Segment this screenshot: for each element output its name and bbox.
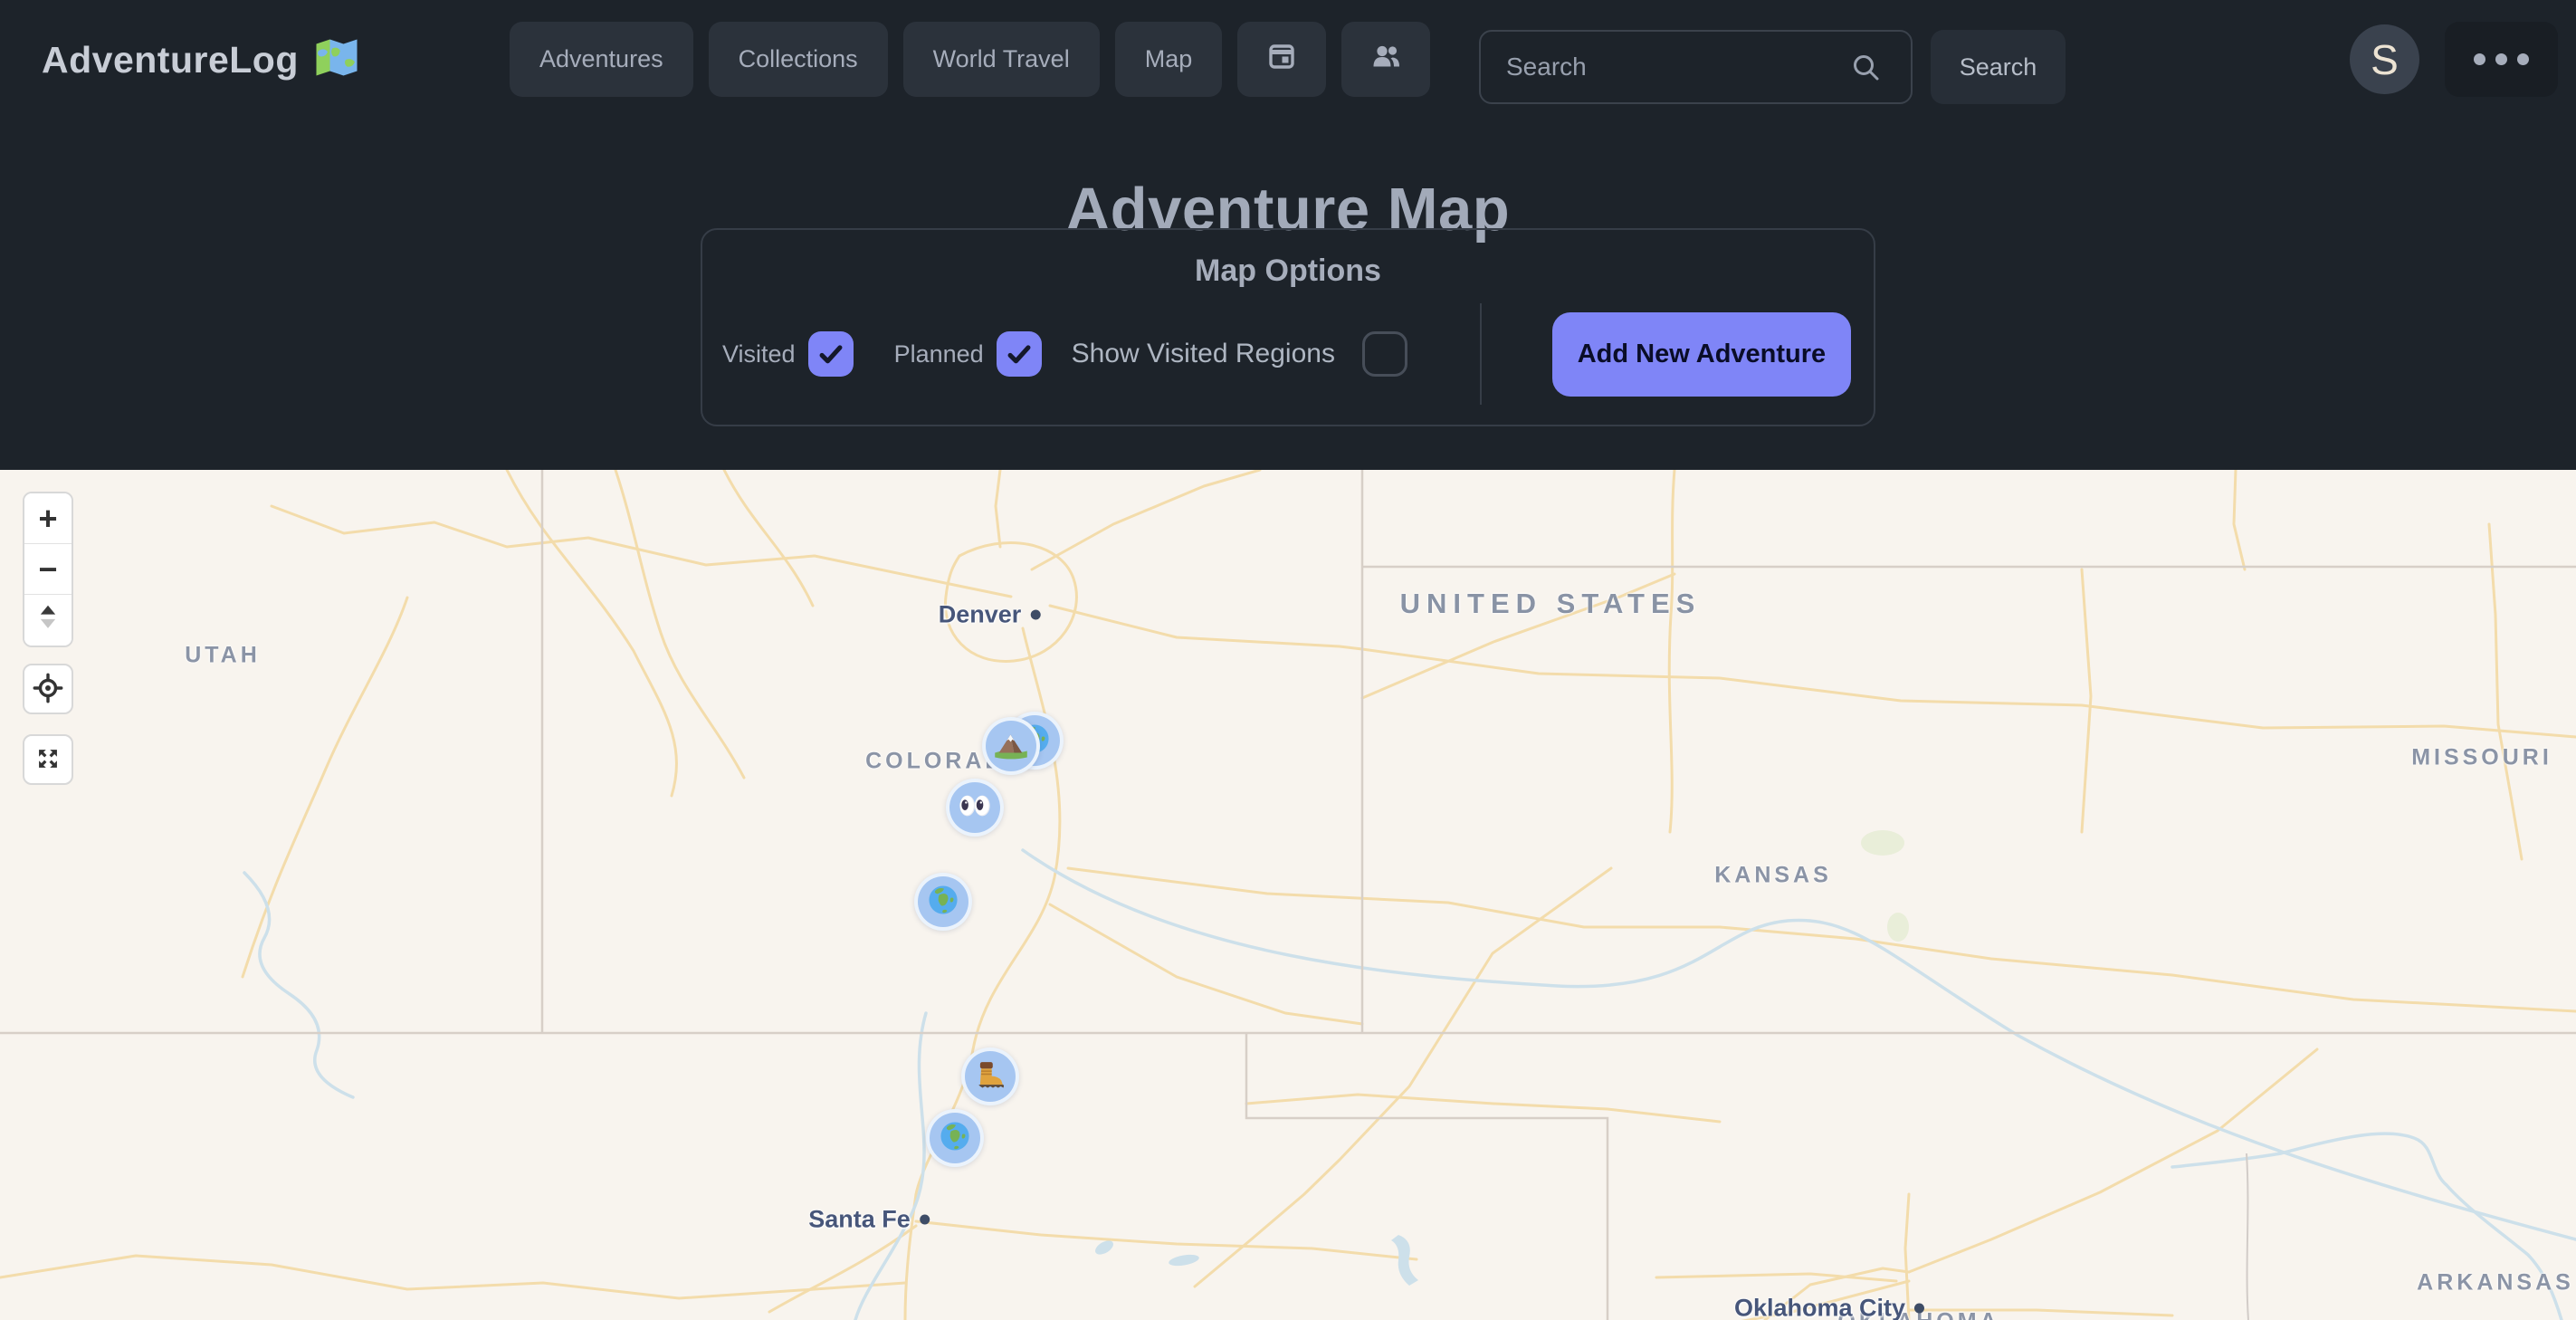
app-logo[interactable]: AdventureLog (42, 0, 360, 120)
zoom-in-button[interactable]: + (24, 493, 72, 544)
locate-icon (33, 673, 63, 706)
visited-checkbox[interactable] (808, 331, 854, 377)
search-submit-button[interactable]: Search (1931, 30, 2066, 104)
map-emoji-icon (313, 37, 360, 82)
globe-marker[interactable] (914, 873, 972, 931)
calendar-button[interactable] (1237, 22, 1326, 97)
users-icon (1368, 38, 1404, 81)
options-divider (1480, 303, 1482, 405)
globe-emoji-icon (937, 1118, 973, 1159)
pitch-toggle-button[interactable] (24, 595, 72, 646)
map-decor-layer (0, 470, 2576, 1320)
calendar-icon (1264, 38, 1300, 81)
map-label-utah: UTAH (185, 643, 261, 669)
show-visited-regions-label: Show Visited Regions (1072, 339, 1335, 369)
map-label-united-states: UNITED STATES (1400, 588, 1702, 620)
planned-checkbox[interactable] (997, 331, 1042, 377)
map-canvas[interactable]: UTAHCOLORADOUNITED STATESKANSASMISSOURIA… (0, 470, 2576, 1320)
navbar: AdventureLog Adventures Collections Worl… (0, 0, 2576, 120)
city-dot (920, 1215, 930, 1225)
adventurelog-app: AdventureLog Adventures Collections Worl… (0, 0, 2576, 1320)
nav-map-button[interactable]: Map (1115, 22, 1223, 97)
avatar-initial: S (2371, 35, 2399, 84)
map-label-missouri: MISSOURI (2411, 745, 2552, 771)
planned-label: Planned (894, 340, 984, 368)
zoom-out-button[interactable]: − (24, 544, 72, 595)
nav-button-group: Adventures Collections World Travel Map (510, 22, 1430, 97)
boot-marker[interactable] (961, 1047, 1019, 1105)
globe-emoji-icon (925, 882, 961, 923)
add-new-adventure-button[interactable]: Add New Adventure (1552, 312, 1851, 397)
user-avatar[interactable]: S (2350, 24, 2419, 94)
plus-icon: + (38, 500, 57, 538)
map-label-oklahoma-city: Oklahoma City (1734, 1295, 1924, 1320)
eyes-emoji-icon (957, 788, 993, 828)
nav-adventures-button[interactable]: Adventures (510, 22, 693, 97)
map-label-arkansas: ARKANSAS (2417, 1270, 2574, 1296)
map-options-row: Visited Planned Show Visited Regions Add… (702, 311, 1874, 397)
locate-button[interactable] (23, 664, 73, 714)
nav-collections-button[interactable]: Collections (709, 22, 888, 97)
city-dot (1030, 610, 1040, 620)
nav-world-travel-button[interactable]: World Travel (903, 22, 1100, 97)
mountain-emoji-icon (993, 726, 1029, 767)
fullscreen-button[interactable] (23, 734, 73, 785)
more-menu-button[interactable] (2445, 22, 2558, 97)
app-logo-text: AdventureLog (42, 39, 299, 81)
fullscreen-icon (33, 743, 63, 777)
pitch-icon (35, 601, 61, 639)
minus-icon: − (38, 550, 57, 588)
map-options-card: Map Options Visited Planned Show Visited… (701, 228, 1875, 426)
users-button[interactable] (1341, 22, 1430, 97)
map-label-santa-fe: Santa Fe (808, 1206, 930, 1234)
map-roads-group (0, 470, 2576, 1320)
show-visited-regions-checkbox[interactable] (1362, 331, 1407, 377)
search-input[interactable] (1479, 30, 1913, 104)
map-zoom-controls: + − (23, 492, 73, 647)
map-lakes-group (1092, 830, 1909, 1286)
map-label-kansas: KANSAS (1714, 863, 1832, 889)
visited-label: Visited (722, 340, 796, 368)
ellipsis-icon (2474, 53, 2529, 65)
map-options-title: Map Options (702, 253, 1874, 289)
city-dot (1914, 1304, 1924, 1314)
eyes-marker[interactable] (946, 779, 1004, 837)
boot-emoji-icon (972, 1057, 1008, 1097)
globe-marker[interactable] (926, 1109, 984, 1167)
map-label-denver: Denver (939, 601, 1041, 629)
mountain-marker[interactable] (982, 717, 1040, 775)
